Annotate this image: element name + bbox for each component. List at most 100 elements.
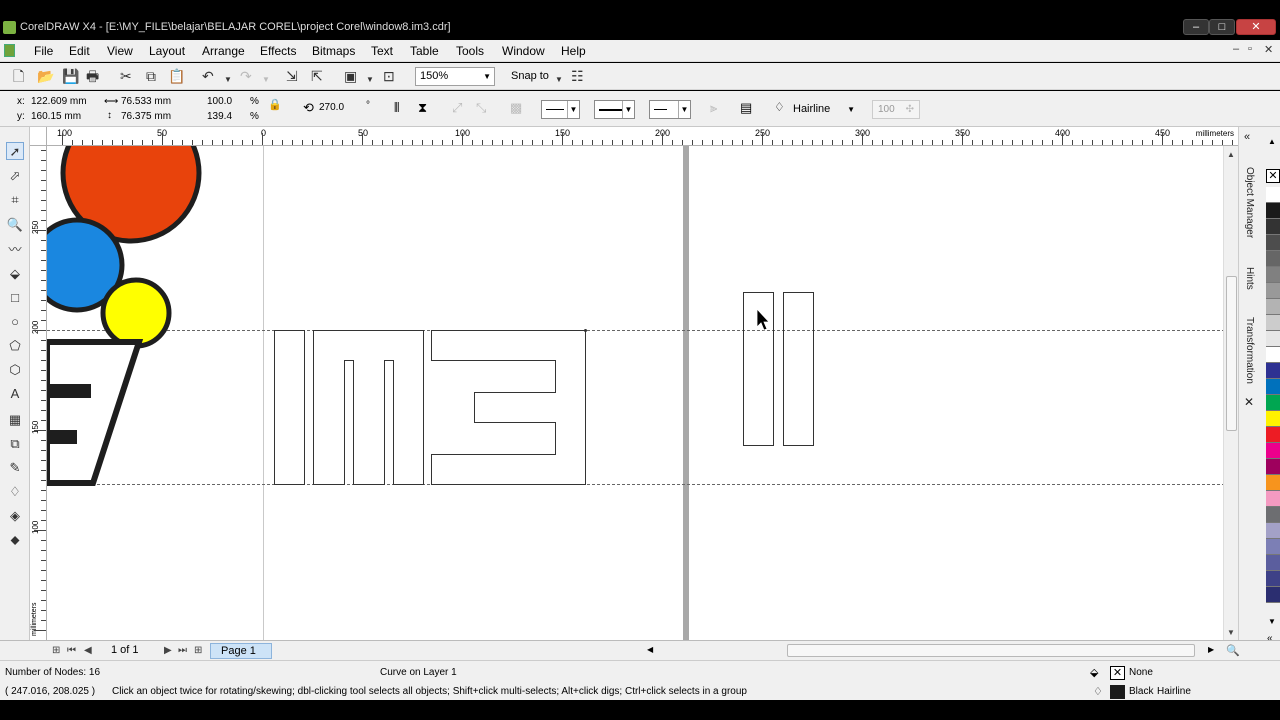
color-swatch[interactable] <box>1266 443 1280 459</box>
menu-bitmaps[interactable]: Bitmaps <box>312 44 355 58</box>
mirror-horizontal-icon[interactable]: ⫴ <box>394 100 399 116</box>
color-swatch[interactable] <box>1266 251 1280 267</box>
end-arrowhead-select[interactable]: ▼ <box>649 100 691 119</box>
ellipse-tool-icon[interactable]: ○ <box>6 313 24 331</box>
y-position-field[interactable]: 160.15 mm <box>31 110 81 124</box>
maximize-button[interactable]: □ <box>1209 19 1235 35</box>
docker-tab-hints[interactable]: Hints <box>1244 267 1255 290</box>
menu-layout[interactable]: Layout <box>149 44 185 58</box>
opacity-field[interactable]: 100 ✣ <box>872 100 920 119</box>
open-folder-icon[interactable]: 📂 <box>37 68 54 84</box>
snap-to-button[interactable]: Snap to <box>511 70 549 82</box>
lock-ratio-icon[interactable]: 🔒 <box>268 98 282 111</box>
application-launcher-icon[interactable]: ▣ <box>344 68 357 84</box>
undo-icon[interactable]: ↶ <box>202 68 214 84</box>
import-icon[interactable]: ⇲ <box>286 68 298 84</box>
color-swatch[interactable] <box>1266 507 1280 523</box>
color-swatch[interactable] <box>1266 299 1280 315</box>
color-swatch[interactable] <box>1266 555 1280 571</box>
wrap-paragraph-icon[interactable]: ▤ <box>740 100 752 116</box>
auto-close-icon[interactable]: ▩ <box>510 100 522 116</box>
doc-minimize-button[interactable]: – <box>1233 43 1239 55</box>
redo-dropdown-icon[interactable]: ▼ <box>262 72 270 88</box>
drawing-surface[interactable] <box>47 146 1223 640</box>
doc-close-button[interactable]: ✕ <box>1264 43 1273 56</box>
copy-icon[interactable]: ⧉ <box>146 68 156 84</box>
text-wrap-icon[interactable]: ⫸ <box>710 100 717 116</box>
rectangle-tool-icon[interactable]: □ <box>6 289 24 307</box>
x-position-field[interactable]: 122.609 mm <box>31 95 87 109</box>
menu-text[interactable]: Text <box>371 44 393 58</box>
letter-m-outline[interactable] <box>313 330 424 485</box>
save-icon[interactable]: 💾 <box>62 68 79 84</box>
color-swatch[interactable] <box>1266 411 1280 427</box>
pick-tool-icon[interactable]: ➚ <box>6 142 24 160</box>
scroll-right-icon[interactable]: ▶ <box>1208 645 1214 654</box>
letter-i-outline[interactable] <box>274 330 305 485</box>
color-swatch[interactable] <box>1266 459 1280 475</box>
close-docker-icon[interactable]: ✕ <box>1244 395 1254 409</box>
color-swatch[interactable] <box>1266 571 1280 587</box>
width-field[interactable]: 76.533 mm <box>121 95 171 109</box>
page-tab-page-1[interactable]: Page 1 <box>210 643 272 659</box>
outline-tool-icon[interactable]: ♢ <box>6 483 24 501</box>
shape-tool-icon[interactable]: ⬀ <box>6 167 24 185</box>
docker-tab-object-manager[interactable]: Object Manager <box>1244 167 1255 238</box>
doc-restore-button[interactable]: ▫ <box>1248 43 1252 55</box>
mirror-vertical-icon[interactable]: ⧗ <box>418 100 427 116</box>
color-swatch[interactable] <box>1266 395 1280 411</box>
cut-icon[interactable]: ✂ <box>120 68 132 84</box>
yellow-circle[interactable] <box>100 277 172 349</box>
line-style-select[interactable]: ▼ <box>594 100 635 119</box>
rotation-angle-field[interactable]: 270.0 <box>319 101 344 115</box>
close-button[interactable]: ✕ <box>1236 19 1276 35</box>
color-swatch[interactable] <box>1266 283 1280 299</box>
print-icon[interactable]: 🖶 <box>86 68 99 84</box>
export-icon[interactable]: ⇱ <box>311 68 323 84</box>
launcher-dropdown-icon[interactable]: ▼ <box>366 72 374 88</box>
cup-shape[interactable] <box>47 339 144 486</box>
next-page-icon[interactable]: ▶ <box>164 645 172 656</box>
menu-edit[interactable]: Edit <box>69 44 90 58</box>
menu-help[interactable]: Help <box>561 44 586 58</box>
fill-none-swatch[interactable]: ✕ <box>1110 666 1125 680</box>
color-swatch[interactable] <box>1266 379 1280 395</box>
color-swatch[interactable] <box>1266 315 1280 331</box>
drawing-canvas[interactable] <box>47 146 1223 640</box>
color-swatch[interactable] <box>1266 363 1280 379</box>
bar-right-outline[interactable] <box>783 292 814 446</box>
letter-3-outline[interactable] <box>431 330 586 485</box>
palette-scroll-down-icon[interactable]: ▼ <box>1268 617 1276 626</box>
paste-icon[interactable]: 📋 <box>168 68 185 84</box>
horizontal-ruler[interactable]: 100 50 0 50 100 150 200 250 300 350 400 … <box>47 127 1238 146</box>
scale-x-field[interactable]: 100.0 <box>207 95 232 109</box>
zoom-tool-icon[interactable]: 🔍 <box>6 216 24 234</box>
freehand-tool-icon[interactable]: 〰 <box>6 241 24 259</box>
color-swatch[interactable] <box>1266 475 1280 491</box>
menu-window[interactable]: Window <box>502 44 545 58</box>
horizontal-scrollbar[interactable]: ◀ ▶ <box>647 644 1217 657</box>
options-icon[interactable]: ☷ <box>571 68 584 84</box>
scroll-left-icon[interactable]: ◀ <box>647 645 653 654</box>
zoom-level-select[interactable]: 150% ▼ <box>415 67 495 86</box>
convert-to-curves-icon[interactable]: ⤢ <box>452 100 462 116</box>
selection-node[interactable] <box>584 329 587 332</box>
basic-shapes-tool-icon[interactable]: ⬡ <box>6 361 24 379</box>
snap-dropdown-icon[interactable]: ▼ <box>555 72 563 88</box>
interactive-blend-tool-icon[interactable]: ⧉ <box>6 435 24 453</box>
menu-view[interactable]: View <box>107 44 133 58</box>
previous-page-icon[interactable]: ◀ <box>84 645 92 656</box>
minimize-button[interactable]: – <box>1183 19 1209 35</box>
color-swatch[interactable] <box>1266 491 1280 507</box>
menu-arrange[interactable]: Arrange <box>202 44 245 58</box>
smart-fill-tool-icon[interactable]: ⬙ <box>6 265 24 283</box>
welcome-screen-icon[interactable]: ⊡ <box>383 68 395 84</box>
text-tool-icon[interactable]: A <box>6 385 24 403</box>
scroll-down-icon[interactable]: ▼ <box>1227 628 1235 637</box>
navigator-zoom-icon[interactable]: 🔍 <box>1226 644 1240 657</box>
no-color-swatch[interactable]: ✕ <box>1266 169 1280 183</box>
expand-dockers-icon[interactable]: « <box>1244 131 1250 143</box>
color-swatch[interactable] <box>1266 539 1280 555</box>
ruler-origin[interactable] <box>30 127 47 146</box>
undo-dropdown-icon[interactable]: ▼ <box>224 72 232 88</box>
